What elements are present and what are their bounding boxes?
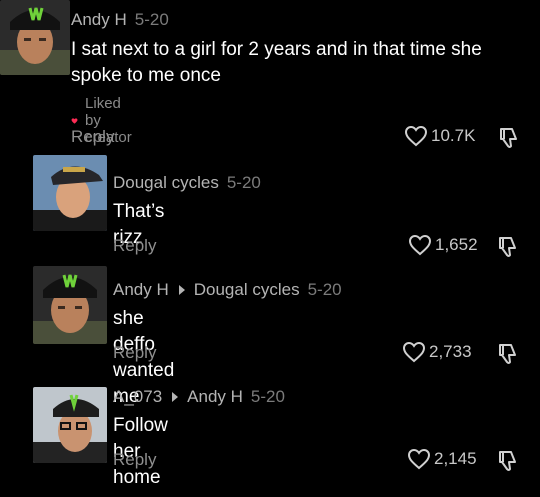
heart-outline-icon <box>408 234 432 256</box>
comment-meta: Andy H 5-20 <box>71 10 169 30</box>
comment-meta: Dougal cycles 5-20 <box>113 173 261 193</box>
author-name[interactable]: A_073 <box>113 387 162 407</box>
reply-button[interactable]: Reply <box>113 450 156 470</box>
dislike-button[interactable] <box>497 235 519 264</box>
avatar[interactable] <box>33 387 107 463</box>
like-button[interactable]: 1,652 <box>408 234 478 256</box>
comment-meta: Andy H Dougal cycles 5-20 <box>113 280 342 300</box>
avatar[interactable] <box>0 0 70 75</box>
author-name[interactable]: Dougal cycles <box>113 173 219 193</box>
comment-text-line: spoke to me once <box>71 65 221 86</box>
like-count: 10.7K <box>431 126 476 145</box>
avatar[interactable] <box>33 266 107 344</box>
heart-outline-icon <box>407 448 431 470</box>
thumbs-down-icon <box>500 128 517 148</box>
comment-date: 5-20 <box>226 173 261 192</box>
like-count: 2,145 <box>434 449 477 468</box>
like-count: 2,733 <box>429 342 472 361</box>
heart-outline-icon <box>404 125 428 147</box>
thumbs-down-icon <box>499 237 516 257</box>
dislike-button[interactable] <box>498 126 520 155</box>
dislike-button[interactable] <box>497 342 519 371</box>
like-button[interactable]: 2,145 <box>407 448 477 470</box>
comment-meta: A_073 Andy H 5-20 <box>113 387 285 407</box>
comment-text: I sat next to a girl for 2 years and in … <box>71 37 536 89</box>
author-name[interactable]: Andy H <box>71 10 127 30</box>
like-button[interactable]: 2,733 <box>402 341 472 363</box>
comment-date: 5-20 <box>250 387 285 406</box>
comment-text-line: I sat next to a girl for 2 years and in … <box>71 39 482 60</box>
reply-button[interactable]: Reply <box>113 236 156 256</box>
thumbs-down-icon <box>499 344 516 364</box>
reply-to-name[interactable]: Dougal cycles <box>194 280 300 300</box>
avatar[interactable] <box>33 155 107 231</box>
reply-to-name[interactable]: Andy H <box>187 387 243 407</box>
comment-date: 5-20 <box>307 280 342 299</box>
reply-button[interactable]: Reply <box>113 343 156 363</box>
like-button[interactable]: 10.7K <box>404 125 475 147</box>
caret-right-icon <box>178 285 185 295</box>
reply-button[interactable]: Reply <box>71 127 114 147</box>
thumbs-down-icon <box>499 451 516 471</box>
comment-date: 5-20 <box>134 10 169 29</box>
heart-outline-icon <box>402 341 426 363</box>
heart-filled-icon <box>71 117 78 124</box>
like-count: 1,652 <box>435 235 478 254</box>
dislike-button[interactable] <box>497 449 519 478</box>
author-name[interactable]: Andy H <box>113 280 169 300</box>
caret-right-icon <box>172 392 179 402</box>
